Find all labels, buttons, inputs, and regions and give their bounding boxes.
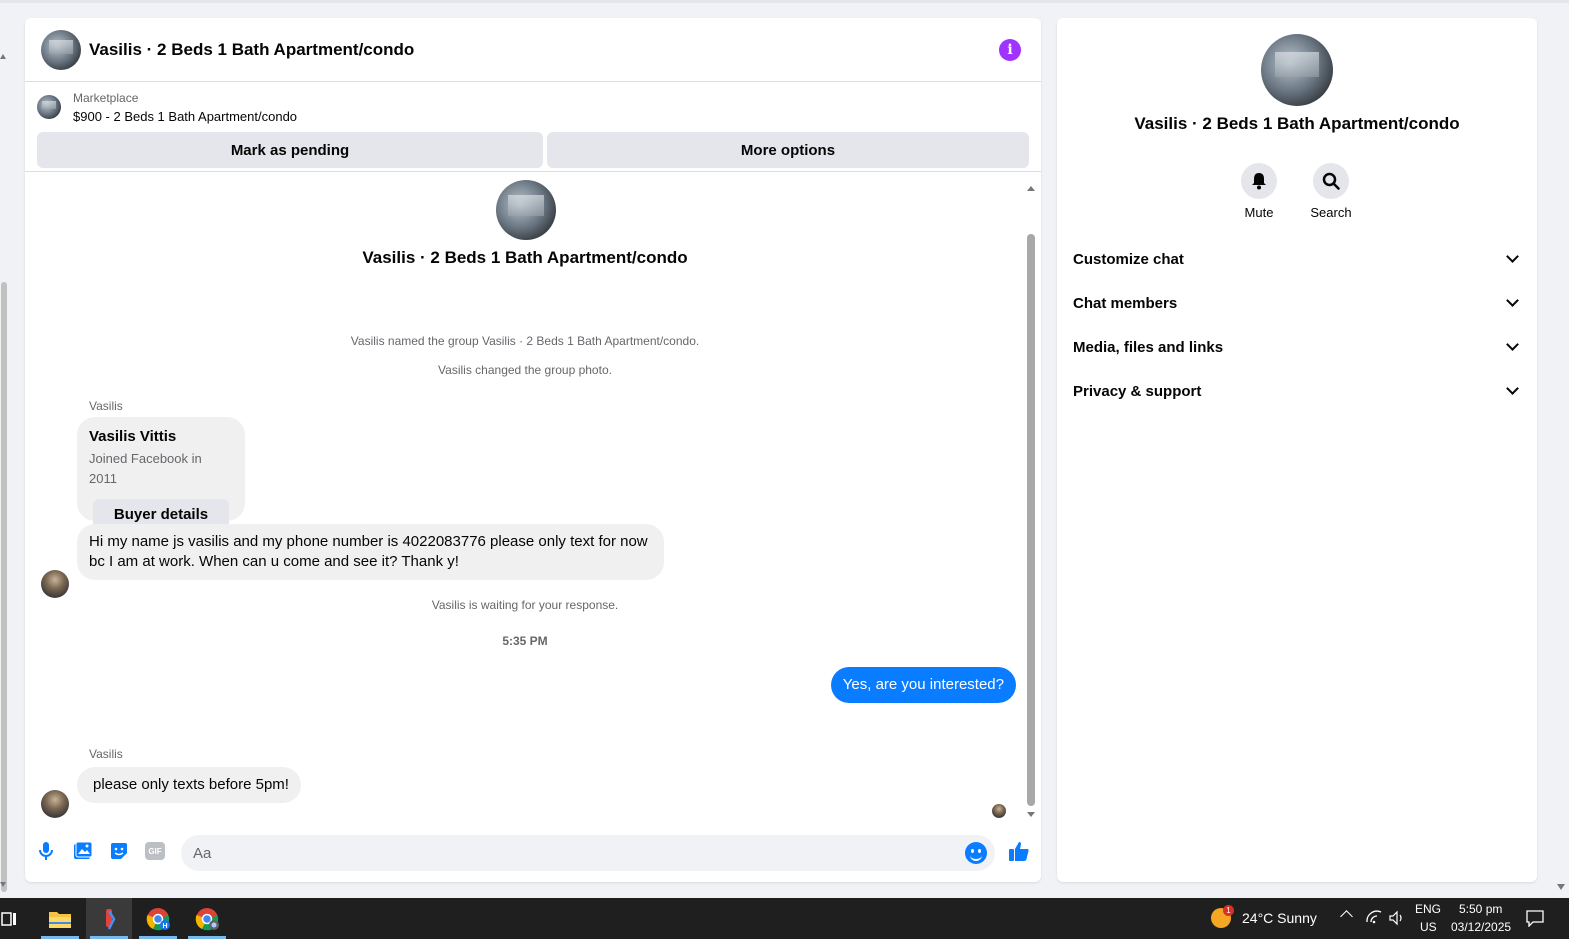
section-customize-chat[interactable]: Customize chat (1073, 237, 1521, 281)
marketplace-label: Marketplace (73, 90, 139, 105)
section-privacy-support[interactable]: Privacy & support (1073, 369, 1521, 413)
chevron-down-icon (1506, 382, 1519, 395)
buyer-joined: Joined Facebook in 2011 (89, 451, 202, 486)
bell-icon[interactable] (1241, 163, 1277, 199)
sender-name: Vasilis (89, 747, 123, 761)
intro-group-name: Vasilis · 2 Beds 1 Bath Apartment/condo (362, 248, 688, 267)
message-composer: GIF Aa (25, 830, 1041, 874)
window-top-edge (0, 0, 1569, 3)
system-message-named: Vasilis named the group Vasilis · 2 Beds… (350, 334, 700, 348)
listing-actions: Mark as pending More options (25, 132, 1041, 172)
notification-center-icon[interactable] (1526, 910, 1544, 932)
file-explorer-icon[interactable] (37, 898, 83, 939)
intro-group-avatar[interactable] (496, 180, 556, 240)
clock-date[interactable]: 03/12/2025 (1451, 920, 1511, 934)
mute-label: Mute (1244, 205, 1274, 220)
chat-panel: Vasilis · 2 Beds 1 Bath Apartment/condo … (25, 18, 1041, 882)
right-scroll-down-arrow-icon[interactable] (1557, 884, 1565, 890)
mute-button[interactable]: Mute (1223, 163, 1295, 220)
weather-text[interactable]: 24°C Sunny (1242, 910, 1317, 926)
listing-thumbnail (37, 95, 61, 119)
wifi-icon[interactable] (1366, 910, 1382, 931)
clock-time[interactable]: 5:50 pm (1459, 902, 1502, 916)
message-input-placeholder: Aa (193, 844, 212, 862)
chevron-down-icon (1506, 294, 1519, 307)
section-chat-members[interactable]: Chat members (1073, 281, 1521, 325)
info-icon[interactable]: i (999, 38, 1021, 61)
message-scrollbar[interactable] (1027, 184, 1035, 818)
weather-badge: 1 (1223, 905, 1234, 916)
read-receipt-avatar (992, 804, 1006, 818)
section-label: Chat members (1073, 294, 1178, 312)
section-media-files-links[interactable]: Media, files and links (1073, 325, 1521, 369)
sender-avatar[interactable] (41, 790, 69, 818)
buyer-card: Vasilis Vittis Joined Facebook in 2011 B… (77, 417, 245, 531)
message-list: Vasilis · 2 Beds 1 Bath Apartment/condo … (25, 180, 1041, 823)
keyboard-region[interactable]: US (1420, 920, 1437, 934)
scroll-up-arrow-icon[interactable] (1027, 186, 1035, 191)
system-message-photo: Vasilis changed the group photo. (438, 363, 612, 377)
chrome-profile-h-icon[interactable]: H (135, 898, 181, 939)
chrome-profile-icon[interactable] (184, 898, 230, 939)
buyer-name: Vasilis Vittis (89, 428, 177, 445)
chat-title[interactable]: Vasilis · 2 Beds 1 Bath Apartment/condo (89, 40, 999, 60)
chevron-down-icon (1506, 250, 1519, 263)
scroll-down-arrow-icon[interactable] (0, 882, 6, 887)
thumbs-up-icon[interactable] (1008, 840, 1030, 862)
svg-text:H: H (162, 923, 167, 930)
search-icon[interactable] (1313, 163, 1349, 199)
search-button[interactable]: Search (1295, 163, 1367, 220)
chevron-up-icon[interactable] (1340, 910, 1353, 923)
speaker-icon[interactable] (1389, 910, 1405, 931)
snipping-tool-icon[interactable] (86, 898, 132, 939)
photo-icon[interactable] (72, 840, 94, 862)
more-options-button[interactable]: More options (547, 132, 1029, 168)
sticker-icon[interactable] (108, 840, 130, 862)
timestamp: 5:35 PM (502, 634, 548, 648)
conversation-info-panel: Vasilis · 2 Beds 1 Bath Apartment/condo … (1057, 18, 1537, 882)
sender-name: Vasilis (89, 399, 123, 413)
page-scroll-thumb[interactable] (1, 282, 7, 892)
scroll-up-arrow-icon[interactable] (0, 54, 6, 59)
gif-icon[interactable]: GIF (144, 840, 166, 862)
incoming-message[interactable]: Hi my name js vasilis and my phone numbe… (77, 524, 664, 580)
chat-header: Vasilis · 2 Beds 1 Bath Apartment/condo … (25, 18, 1041, 82)
sender-avatar[interactable] (41, 570, 69, 598)
section-label: Customize chat (1073, 250, 1184, 268)
mark-as-pending-button[interactable]: Mark as pending (37, 132, 543, 168)
scroll-down-arrow-icon[interactable] (1027, 812, 1035, 817)
outgoing-message[interactable]: Yes, are you interested? (830, 667, 1016, 703)
listing-title[interactable]: $900 - 2 Beds 1 Bath Apartment/condo (73, 109, 297, 124)
section-label: Media, files and links (1073, 338, 1224, 356)
message-input[interactable]: Aa (181, 835, 995, 871)
info-group-name: Vasilis · 2 Beds 1 Bath Apartment/condo (1134, 114, 1460, 133)
task-view-icon[interactable] (0, 898, 32, 939)
info-group-avatar[interactable] (1261, 34, 1333, 106)
system-message-waiting: Vasilis is waiting for your response. (431, 598, 619, 612)
windows-taskbar: H 1 24°C Sunny ENG US 5:50 pm 03/12/2025 (0, 898, 1569, 939)
gif-label: GIF (145, 842, 165, 860)
group-avatar[interactable] (41, 29, 81, 70)
page-scrollbar[interactable] (0, 50, 8, 892)
language-code[interactable]: ENG (1415, 902, 1441, 916)
message-scroll-thumb[interactable] (1027, 234, 1035, 806)
search-label: Search (1310, 205, 1352, 220)
microphone-icon[interactable] (35, 840, 57, 862)
chevron-down-icon (1506, 338, 1519, 351)
emoji-icon[interactable] (965, 842, 987, 864)
marketplace-listing[interactable]: Marketplace $900 - 2 Beds 1 Bath Apartme… (25, 82, 1041, 132)
incoming-message[interactable]: please only texts before 5pm! (77, 767, 301, 803)
section-label: Privacy & support (1073, 382, 1202, 400)
